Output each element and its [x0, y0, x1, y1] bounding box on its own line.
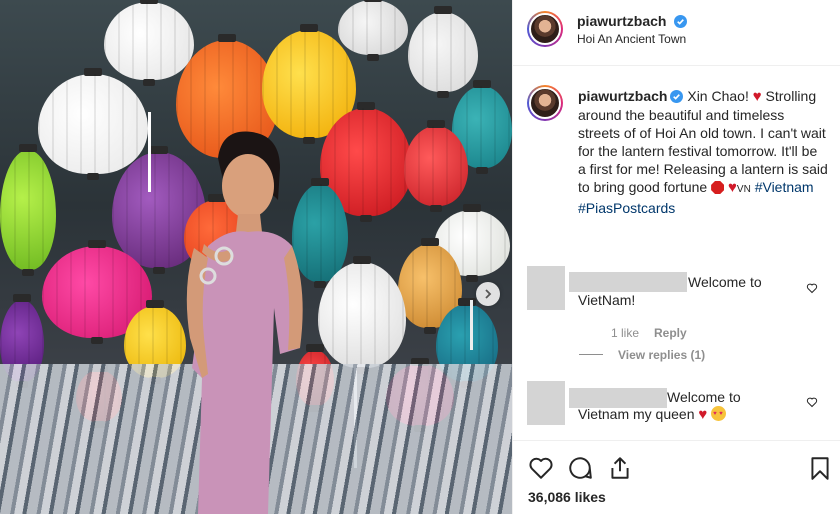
lantern [408, 6, 478, 98]
lantern [318, 256, 406, 374]
hashtag-vietnam[interactable]: #Vietnam [755, 179, 814, 195]
lantern [404, 120, 468, 212]
heart-icon[interactable] [806, 282, 818, 294]
bookmark-icon[interactable] [807, 455, 833, 481]
location-link[interactable]: Hoi An Ancient Town [577, 32, 686, 46]
caption-username[interactable]: piawurtzbach [578, 88, 667, 104]
view-replies-button[interactable]: View replies (1) [618, 348, 705, 362]
heart-icon[interactable] [528, 455, 554, 481]
action-bar: 36,086 likes [513, 440, 840, 514]
heart-emoji-icon: ♥ [752, 88, 762, 105]
post-sidebar: piawurtzbach Hoi An Ancient Town piawurt… [512, 0, 840, 514]
post-header: piawurtzbach Hoi An Ancient Town [513, 0, 840, 66]
comment-avatar-redacted[interactable] [527, 266, 565, 310]
heart-icon[interactable] [806, 396, 818, 408]
comment-text: Welcome to [667, 389, 741, 405]
comment-avatar-redacted[interactable] [527, 381, 565, 425]
reply-button[interactable]: Reply [654, 326, 687, 340]
caption-avatar[interactable] [527, 85, 563, 121]
heart-eyes-emoji-icon [711, 405, 727, 423]
comment-text: VietNam! [578, 292, 636, 308]
stop-sign-emoji-icon [711, 181, 725, 194]
hashtag-piaspostcards[interactable]: #PiasPostcards [578, 199, 828, 217]
replies-divider [579, 354, 603, 355]
heart-emoji-icon: ♥ [728, 179, 737, 196]
lantern [104, 0, 194, 86]
post-caption: piawurtzbach Xin Chao! ♥ Strolling aroun… [578, 87, 828, 217]
lantern [38, 68, 148, 180]
lantern [0, 144, 56, 276]
share-icon[interactable] [607, 455, 633, 481]
chevron-right-icon [485, 289, 492, 299]
verified-badge-icon [670, 90, 684, 103]
caption-greeting: Xin Chao! [687, 88, 749, 104]
comment-username-redacted[interactable] [569, 272, 687, 292]
comment-text: Welcome to [688, 274, 762, 290]
comment-like-count[interactable]: 1 like [611, 326, 639, 340]
vn-flag-text: VN [736, 184, 751, 195]
comment-text: Vietnam my queen [578, 406, 695, 422]
heart-emoji-icon: ♥ [698, 406, 708, 423]
tassel [148, 112, 151, 192]
woman-figure [186, 131, 303, 514]
like-count[interactable]: 36,086 likes [528, 489, 606, 505]
comment-icon[interactable] [567, 455, 593, 481]
header-username[interactable]: piawurtzbach [577, 13, 666, 29]
comment-text-line2: Vietnam my queen ♥ [578, 405, 727, 424]
lantern [338, 0, 408, 61]
tassel [470, 300, 473, 350]
avatar[interactable] [527, 11, 563, 47]
verified-badge-icon [673, 15, 687, 28]
next-photo-button[interactable] [476, 282, 500, 306]
post-photo[interactable] [0, 0, 512, 514]
